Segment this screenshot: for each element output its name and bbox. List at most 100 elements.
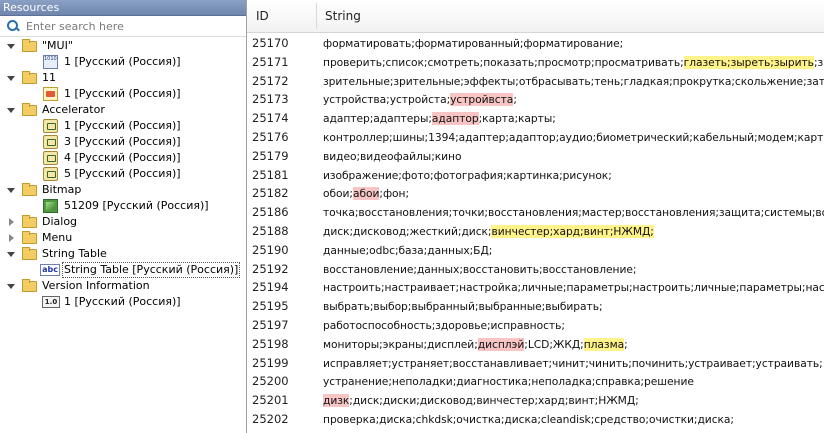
tree-folder-label: Dialog (42, 215, 78, 228)
folder-icon (22, 279, 37, 292)
tree-item-label-selected: String Table [Русский (Россия)] (62, 262, 241, 278)
row-string[interactable]: настроить;настраивает;настройка;личные;п… (323, 281, 824, 294)
highlighted-text: дисплэй (477, 337, 525, 351)
row-string[interactable]: восстановление;данных;восстановить;восст… (323, 262, 637, 276)
row-string[interactable]: зрительные;зрительные;эффекты;отбрасыват… (323, 75, 824, 88)
search-input[interactable] (26, 19, 236, 33)
accelerator-key-icon (43, 151, 58, 165)
string-text: ;зр (813, 55, 824, 69)
tree-item-bitmap-51209[interactable]: 51209 [Русский (Россия)] (0, 198, 246, 214)
collapse-arrow-icon[interactable] (7, 108, 15, 113)
row-string[interactable]: работоспособность;здоровье;исправность; (323, 319, 565, 332)
tree-item-accelerator-3[interactable]: 3 [Русский (Россия)] (0, 134, 246, 150)
tree-folder-version-information[interactable]: Version Information (0, 278, 246, 294)
tree-item-mui-1[interactable]: 1 [Русский (Россия)] (0, 54, 246, 70)
tree-folder-dialog[interactable]: Dialog (0, 214, 246, 230)
row-string[interactable]: выбрать;выбор;выбранный;выбранные;выбира… (323, 300, 603, 313)
row-id: 25190 (252, 242, 289, 257)
row-string[interactable]: данные;odbc;база;данных;БД; (323, 244, 492, 257)
row-id: 25170 (252, 36, 289, 50)
collapse-arrow-icon[interactable] (7, 76, 15, 81)
string-text: устранение;неполадки;диагностика;неполад… (323, 375, 694, 389)
highlighted-text: дизк (323, 394, 350, 408)
row-id: 25182 (252, 186, 289, 201)
row-id: 25186 (252, 205, 289, 220)
row-string[interactable]: диск;дисковод;жесткий;диск;винчестер;хар… (323, 224, 654, 238)
expand-arrow-icon[interactable] (9, 234, 14, 242)
row-string[interactable]: форматировать;форматированный;форматиров… (323, 37, 623, 50)
tree-folder-label: "MUI" (42, 39, 73, 52)
highlighted-text: винчестер;хард;винт;НЖМД; (491, 224, 654, 238)
resource-tree: "MUI" 1 [Русский (Россия)] 11 1 [Русский… (0, 37, 246, 310)
string-text: ;LCD;ЖКД; (524, 337, 584, 351)
string-text: устройства;устройста; (323, 93, 451, 107)
tree-item-label: 3 [Русский (Россия)] (64, 135, 181, 148)
tree-item-accelerator-5[interactable]: 5 [Русский (Россия)] (0, 166, 246, 182)
row-string[interactable]: устранение;неполадки;диагностика;неполад… (323, 375, 694, 388)
expand-arrow-icon[interactable] (9, 218, 14, 226)
abc-string-icon: abc (40, 264, 60, 276)
row-id: 25200 (252, 374, 289, 389)
string-text: видео;видеофайлы;кино (323, 149, 462, 163)
row-string[interactable]: устройства;устройста;устройвста; (323, 93, 517, 107)
tree-item-label: 1 [Русский (Россия)] (64, 55, 181, 68)
resource-tree-panel: Resources "MUI" 1 [Русский (Россия)] 11 … (0, 0, 247, 433)
tree-item-accelerator-4[interactable]: 4 [Русский (Россия)] (0, 150, 246, 166)
accelerator-key-icon (43, 135, 58, 149)
string-text: восстановление;данных;восстановить;восст… (323, 262, 637, 276)
column-separator[interactable] (316, 3, 317, 29)
tree-folder-accelerator[interactable]: Accelerator (0, 102, 246, 118)
row-string[interactable]: проверка;диска;chkdsk;очистка;диска;clea… (323, 413, 734, 426)
row-string[interactable]: обои;абои;фон; (323, 187, 410, 201)
tree-item-string-table-ru[interactable]: abc String Table [Русский (Россия)] (0, 262, 246, 278)
tree-folder-mui[interactable]: "MUI" (0, 38, 246, 54)
tree-item-version-1[interactable]: 1.0 1 [Русский (Россия)] (0, 294, 246, 310)
string-text: проверить;список;смотреть;показать;просм… (323, 55, 684, 69)
tree-folder-label: String Table (42, 247, 107, 260)
tree-folder-label: Menu (42, 231, 73, 244)
tree-item-label: 1 [Русский (Россия)] (64, 119, 181, 132)
row-string[interactable]: точка;восстановления;точки;восстановлени… (323, 206, 824, 219)
string-text: зрительные;зрительные;эффекты;отбрасыват… (323, 74, 824, 88)
version-1.0-icon: 1.0 (42, 296, 60, 308)
tree-item-label: 1 [Русский (Россия)] (64, 87, 181, 100)
table-header: ID String (247, 0, 824, 33)
row-id: 25195 (252, 299, 289, 314)
tree-item-11-1[interactable]: 1 [Русский (Россия)] (0, 86, 246, 102)
search-bar[interactable] (0, 16, 246, 37)
row-id: 25188 (252, 223, 289, 238)
highlighted-text: плазма (583, 337, 625, 351)
string-text: адаптер;адаптеры; (323, 112, 432, 126)
string-text: ;фон; (379, 187, 410, 201)
column-header-id[interactable]: ID (256, 9, 269, 23)
column-header-string[interactable]: String (325, 9, 361, 23)
string-text: мониторы;экраны;дисплей; (323, 337, 478, 351)
row-string[interactable]: проверить;список;смотреть;показать;просм… (323, 55, 824, 69)
row-string[interactable]: видео;видеофайлы;кино (323, 149, 462, 163)
row-string[interactable]: контроллер;шины;1394;адаптер;адаптор;ауд… (323, 131, 824, 144)
tree-folder-11[interactable]: 11 (0, 70, 246, 86)
row-id: 25201 (252, 393, 289, 408)
collapse-arrow-icon[interactable] (7, 188, 15, 193)
tree-folder-string-table[interactable]: String Table (0, 246, 246, 262)
row-string[interactable]: изображение;фото;фотография;картинка;рис… (323, 169, 612, 182)
collapse-arrow-icon[interactable] (7, 284, 15, 289)
tree-folder-menu[interactable]: Menu (0, 230, 246, 246)
folder-icon (22, 231, 37, 244)
row-string[interactable]: исправляет;устраняет;восстанавливает;чин… (323, 357, 823, 370)
tree-folder-bitmap[interactable]: Bitmap (0, 182, 246, 198)
accelerator-key-icon (43, 119, 58, 133)
row-string[interactable]: мониторы;экраны;дисплей;дисплэй;LCD;ЖКД;… (323, 337, 628, 351)
row-id: 25174 (252, 111, 289, 126)
tree-item-accelerator-1[interactable]: 1 [Русский (Россия)] (0, 118, 246, 134)
string-text: работоспособность;здоровье;исправность; (323, 318, 565, 332)
collapse-arrow-icon[interactable] (7, 252, 15, 257)
tree-item-label: 51209 [Русский (Россия)] (64, 199, 209, 212)
row-string[interactable]: адаптер;адаптеры;адаптор;карта;карты; (323, 112, 556, 126)
string-text: выбрать;выбор;выбранный;выбранные;выбира… (323, 300, 603, 314)
collapse-arrow-icon[interactable] (7, 44, 15, 49)
row-id: 25197 (252, 317, 289, 332)
row-string[interactable]: дизк;диск;диски;дисковод;винчестер;хард;… (323, 394, 639, 408)
panel-title: Resources (0, 0, 246, 16)
tree-folder-label: Accelerator (42, 103, 105, 116)
